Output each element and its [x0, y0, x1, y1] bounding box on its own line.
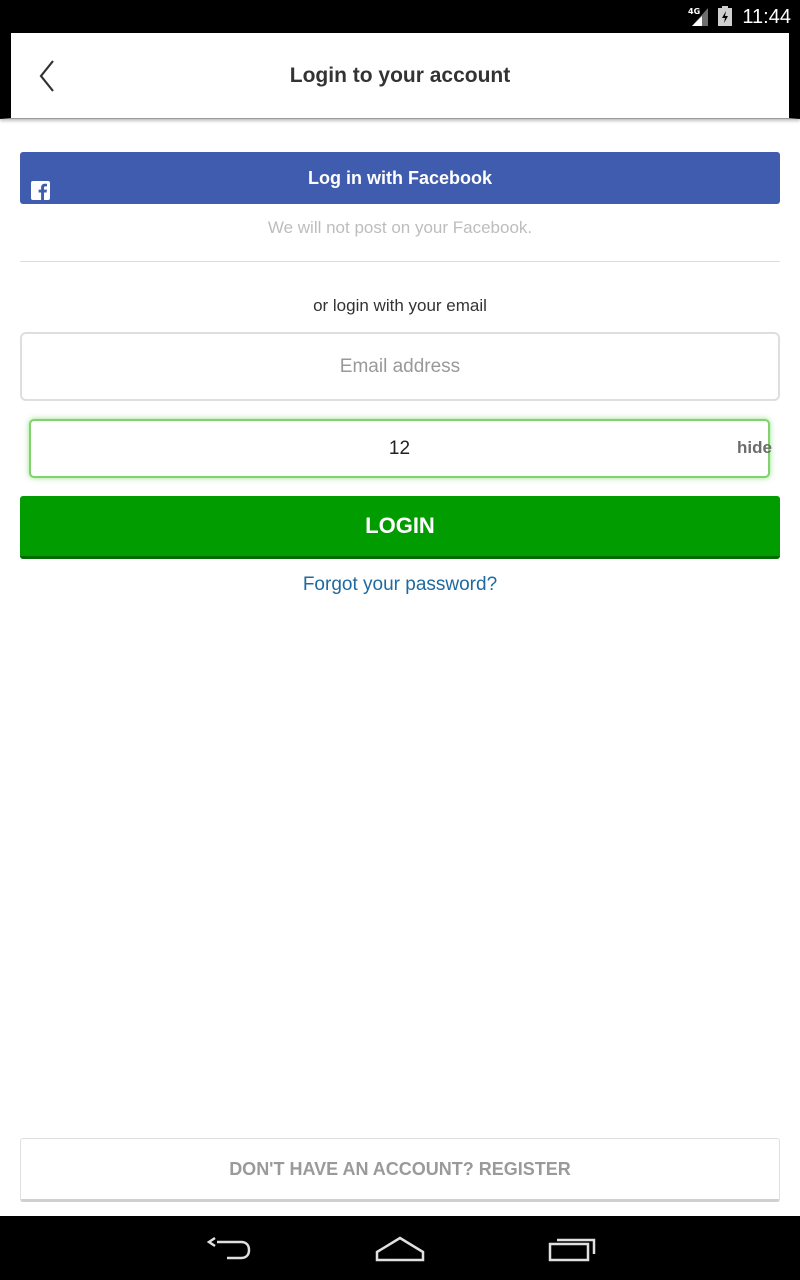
battery-icon	[718, 6, 732, 31]
password-field[interactable]	[31, 421, 768, 476]
clock: 11:44	[742, 6, 791, 28]
page-title: Login to your account	[289, 64, 511, 87]
facebook-note: We will not post on your Facebook.	[267, 218, 533, 237]
facebook-login-button[interactable]: Log in with Facebook	[20, 152, 780, 204]
facebook-login-label: Log in with Facebook	[308, 168, 492, 188]
email-login-caption: or login with your email	[313, 296, 487, 315]
register-button[interactable]: DON'T HAVE AN ACCOUNT? REGISTER	[20, 1138, 780, 1202]
app-header: Login to your account	[0, 33, 800, 119]
navigation-bar	[0, 1216, 800, 1280]
login-button[interactable]: LOGIN	[20, 496, 780, 559]
password-field-container	[29, 419, 770, 478]
email-field-container	[20, 332, 780, 401]
forgot-password-link[interactable]: Forgot your password?	[0, 574, 800, 596]
back-icon[interactable]	[205, 1234, 253, 1269]
recents-icon[interactable]	[547, 1234, 597, 1269]
home-icon[interactable]	[375, 1234, 425, 1269]
svg-text:4G: 4G	[688, 7, 700, 16]
hide-password-toggle[interactable]: hide	[737, 438, 772, 458]
divider	[20, 261, 780, 262]
status-bar: 4G 11:44	[0, 0, 800, 33]
facebook-icon	[31, 168, 50, 200]
signal-icon: 4G	[688, 6, 710, 31]
email-field[interactable]	[22, 334, 778, 399]
